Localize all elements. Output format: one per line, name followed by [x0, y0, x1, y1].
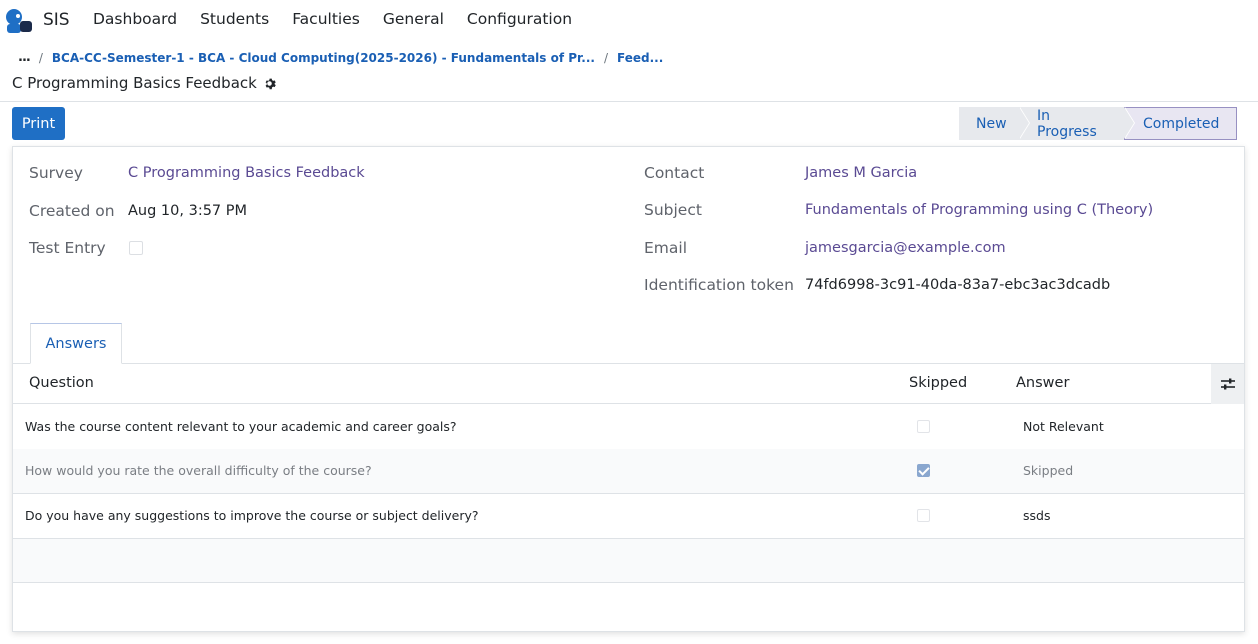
breadcrumb-feedback-link[interactable]: Feed...	[617, 51, 663, 65]
contact-link[interactable]: James M Garcia	[805, 165, 917, 181]
column-question[interactable]: Question	[29, 375, 94, 391]
menu-faculties[interactable]: Faculties	[292, 10, 360, 28]
row-answer: Skipped	[1023, 463, 1074, 478]
breadcrumb-separator: /	[603, 50, 608, 65]
stage-in-progress-label: In Progress	[1037, 107, 1097, 140]
main-menu: Dashboard Students Faculties General Con…	[93, 10, 572, 28]
column-options-button[interactable]	[1211, 364, 1244, 404]
breadcrumb-more[interactable]: ...	[18, 50, 31, 65]
sliders-icon	[1220, 378, 1235, 390]
stage-new-label: New	[976, 115, 1007, 132]
print-button[interactable]: Print	[12, 107, 65, 140]
stage-completed-label: Completed	[1143, 115, 1220, 132]
test-entry-checkbox[interactable]	[129, 241, 143, 255]
table-row[interactable]: How would you rate the overall difficult…	[13, 449, 1244, 494]
row-question: Do you have any suggestions to improve t…	[25, 508, 479, 523]
email-link[interactable]: jamesgarcia@example.com	[805, 240, 1006, 256]
subject-label: Subject	[644, 201, 702, 219]
survey-link[interactable]: C Programming Basics Feedback	[128, 165, 365, 181]
breadcrumb: ... / BCA-CC-Semester-1 - BCA - Cloud Co…	[18, 50, 663, 65]
menu-dashboard[interactable]: Dashboard	[93, 10, 177, 28]
table-row[interactable]: Do you have any suggestions to improve t…	[13, 494, 1244, 539]
row-question: Was the course content relevant to your …	[25, 419, 457, 434]
header-divider	[0, 101, 1258, 102]
breadcrumb-separator: /	[38, 50, 43, 65]
stage-in-progress[interactable]: In Progress	[1019, 107, 1135, 140]
row-skipped-checkbox[interactable]	[917, 420, 930, 433]
breadcrumb-course-link[interactable]: BCA-CC-Semester-1 - BCA - Cloud Computin…	[52, 51, 595, 65]
row-answer: Not Relevant	[1023, 419, 1104, 434]
stage-new[interactable]: New	[959, 107, 1030, 140]
tab-answers[interactable]: Answers	[30, 323, 122, 364]
identification-token-value: 74fd6998-3c91-40da-83a7-ebc3ac3dcadb	[805, 277, 1111, 293]
column-answer[interactable]: Answer	[1016, 375, 1069, 391]
contact-label: Contact	[644, 164, 705, 182]
identification-token-label: Identification token	[644, 276, 794, 294]
table-row[interactable]: Was the course content relevant to your …	[13, 405, 1244, 450]
menu-students[interactable]: Students	[200, 10, 269, 28]
page-title-text: C Programming Basics Feedback	[12, 74, 257, 92]
app-logo-icon[interactable]	[5, 8, 33, 34]
app-name[interactable]: SIS	[43, 10, 70, 30]
subject-link[interactable]: Fundamentals of Programming using C (The…	[805, 202, 1153, 218]
column-skipped[interactable]: Skipped	[909, 375, 967, 391]
answers-table-header: Question Skipped Answer	[13, 364, 1244, 404]
page-title: C Programming Basics Feedback	[12, 74, 276, 92]
stage-arrow	[1019, 107, 1029, 139]
stage-completed[interactable]: Completed	[1124, 107, 1237, 140]
test-entry-label: Test Entry	[29, 239, 106, 257]
menu-configuration[interactable]: Configuration	[467, 10, 572, 28]
row-question: How would you rate the overall difficult…	[25, 463, 372, 478]
gear-icon[interactable]	[263, 77, 276, 90]
empty-table-row	[13, 539, 1244, 583]
top-navbar: SIS Dashboard Students Faculties General…	[0, 0, 1258, 40]
menu-general[interactable]: General	[383, 10, 444, 28]
row-skipped-checkbox[interactable]	[917, 509, 930, 522]
created-on-value: Aug 10, 3:57 PM	[128, 203, 248, 219]
created-on-label: Created on	[29, 202, 115, 220]
form-sheet: Survey C Programming Basics Feedback Cre…	[12, 146, 1245, 632]
survey-label: Survey	[29, 164, 83, 182]
row-answer: ssds	[1023, 508, 1051, 523]
status-bar: New In Progress Completed	[959, 107, 1237, 140]
stage-arrow	[1124, 107, 1134, 139]
row-skipped-checkbox[interactable]	[917, 464, 930, 477]
email-label: Email	[644, 239, 688, 257]
